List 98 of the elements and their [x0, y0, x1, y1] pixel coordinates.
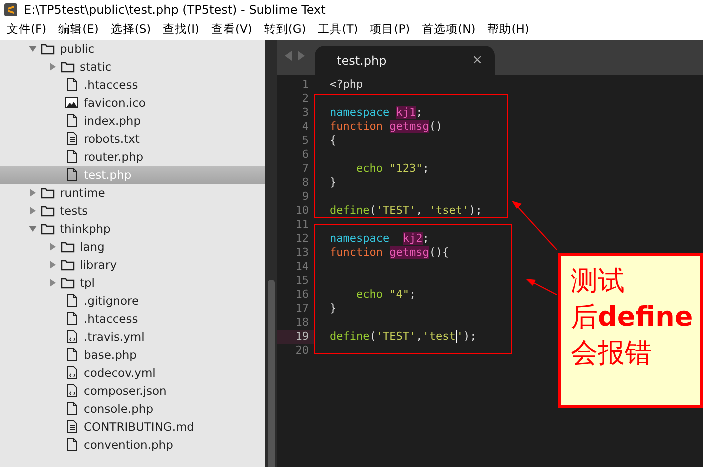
code-line: echo "123";: [355, 162, 430, 176]
line-number: 13: [294, 246, 310, 260]
menu-item[interactable]: 编辑(E): [54, 22, 106, 37]
menu-item[interactable]: 首选项(N): [417, 22, 483, 37]
folder-icon: [41, 42, 55, 56]
folder-item[interactable]: runtime: [0, 184, 265, 202]
file-icon: [65, 78, 79, 92]
annotation-text: 后define: [571, 301, 690, 335]
folder-item[interactable]: tpl: [0, 274, 265, 292]
collapsed-arrow-icon[interactable]: [48, 62, 58, 72]
line-number: 14: [294, 260, 310, 274]
file-item[interactable]: .htaccess: [0, 76, 265, 94]
folder-item[interactable]: lang: [0, 238, 265, 256]
line-number: 19: [277, 330, 315, 344]
image-file-icon: [65, 96, 79, 110]
file-item[interactable]: router.php: [0, 148, 265, 166]
text-file-icon: [65, 132, 79, 146]
code-line: define('TEST', 'tset');: [330, 204, 484, 218]
code-line: {: [330, 134, 338, 148]
editor-tab[interactable]: test.php ×: [315, 46, 495, 75]
file-item[interactable]: CONTRIBUTING.md: [0, 418, 265, 436]
file-icon: [65, 150, 79, 164]
code-file-icon: [65, 330, 79, 344]
line-number: 1: [301, 78, 310, 92]
right-arrow-icon[interactable]: [297, 50, 305, 60]
code-line: function getmsg(): [330, 120, 444, 134]
line-number: 4: [301, 120, 310, 134]
folder-icon: [41, 222, 55, 236]
folder-item[interactable]: static: [0, 58, 265, 76]
line-number: 12: [294, 232, 310, 246]
code-line: namespace kj1;: [330, 106, 424, 120]
line-number: 9: [301, 190, 310, 204]
menu-item[interactable]: 选择(S): [106, 22, 158, 37]
file-item[interactable]: .travis.yml: [0, 328, 265, 346]
folder-item[interactable]: public: [0, 40, 265, 58]
line-number: 7: [301, 162, 310, 176]
menu-item[interactable]: 查找(I): [158, 22, 206, 37]
app-logo-icon: [4, 2, 18, 16]
file-item[interactable]: favicon.ico: [0, 94, 265, 112]
close-icon[interactable]: ×: [472, 53, 483, 68]
line-number: 18: [294, 316, 310, 330]
code-line: echo "4";: [355, 288, 418, 302]
code-line: <?php: [330, 78, 364, 92]
expanded-arrow-icon[interactable]: [28, 44, 38, 54]
line-number: 6: [301, 148, 310, 162]
pointer-arrow: [512, 201, 558, 250]
file-item[interactable]: console.php: [0, 400, 265, 418]
menu-item[interactable]: 转到(G): [259, 22, 314, 37]
code-line: namespace kj2;: [330, 232, 430, 246]
line-number: 16: [294, 288, 310, 302]
line-number: 20: [294, 344, 310, 358]
file-item[interactable]: codecov.yml: [0, 364, 265, 382]
file-icon: [65, 402, 79, 416]
file-icon: [65, 348, 79, 362]
menu-item[interactable]: 查看(V): [206, 22, 260, 37]
line-number: 10: [294, 204, 310, 218]
line-number: 8: [301, 176, 310, 190]
expanded-arrow-icon[interactable]: [28, 224, 38, 234]
folder-item[interactable]: tests: [0, 202, 265, 220]
folder-icon: [61, 240, 75, 254]
window-title: E:\TP5test\public\test.php (TP5test) - Sublime Text: [24, 2, 326, 16]
left-arrow-icon[interactable]: [285, 50, 293, 60]
file-item[interactable]: .gitignore: [0, 292, 265, 310]
file-icon: [65, 438, 79, 452]
menu-item[interactable]: 帮助(H): [482, 22, 536, 37]
menu-item[interactable]: 项目(P): [365, 22, 418, 37]
folder-icon: [61, 60, 75, 74]
line-number: 3: [301, 106, 310, 120]
file-item[interactable]: robots.txt: [0, 130, 265, 148]
scrollbar[interactable]: [265, 40, 277, 467]
annotation-text: 测试: [571, 265, 626, 299]
menu-item[interactable]: 文件(F): [2, 22, 54, 37]
line-number: 11: [294, 218, 310, 232]
folder-item[interactable]: thinkphp: [0, 220, 265, 238]
line-number: 5: [301, 134, 310, 148]
folder-icon: [41, 204, 55, 218]
file-item[interactable]: convention.php: [0, 436, 265, 454]
folder-icon: [41, 186, 55, 200]
file-icon: [65, 312, 79, 326]
folder-item[interactable]: library: [0, 256, 265, 274]
file-icon: [65, 294, 79, 308]
file-icon: [65, 114, 79, 128]
text-file-icon: [65, 420, 79, 434]
line-number: 15: [294, 274, 310, 288]
code-file-icon: [65, 366, 79, 380]
file-item[interactable]: composer.json: [0, 382, 265, 400]
annotation-text: 会报错: [571, 337, 653, 371]
menu-item[interactable]: 工具(T): [313, 22, 366, 37]
folder-icon: [61, 258, 75, 272]
file-item[interactable]: base.php: [0, 346, 265, 364]
line-number: 17: [294, 302, 310, 316]
line-number: 2: [301, 92, 310, 106]
code-file-icon: [65, 384, 79, 398]
file-item[interactable]: .htaccess: [0, 310, 265, 328]
file-item[interactable]: index.php: [0, 112, 265, 130]
code-line: }: [330, 176, 338, 190]
folder-icon: [61, 276, 75, 290]
file-icon: [65, 168, 79, 182]
